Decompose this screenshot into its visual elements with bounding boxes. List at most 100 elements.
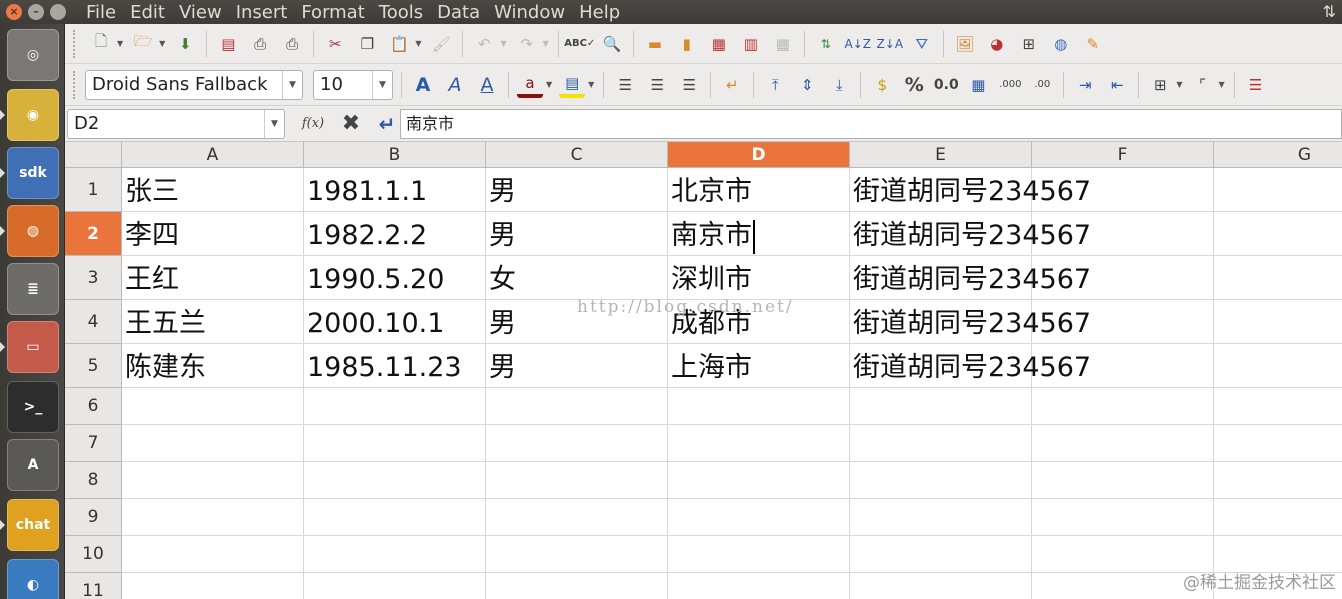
cell-e11[interactable]: [850, 573, 1032, 599]
accept-icon[interactable]: ↵: [374, 111, 400, 137]
name-box[interactable]: D2 ▼: [67, 108, 285, 139]
cell-e2[interactable]: 街道胡同号234567: [850, 212, 1091, 256]
border-style-dropdown-icon[interactable]: ▼: [1218, 80, 1224, 89]
maximize-window-button[interactable]: [50, 4, 66, 20]
cell-g7[interactable]: [1214, 425, 1342, 462]
cell-b2[interactable]: 1982.2.2: [304, 212, 486, 256]
font-size-combo[interactable]: 10 ▼: [313, 69, 393, 100]
cell-d1[interactable]: 北京市: [668, 168, 850, 212]
cell-a5[interactable]: 陈建东: [122, 344, 304, 388]
menu-edit[interactable]: Edit: [124, 2, 173, 23]
font-color-dropdown-icon[interactable]: ▼: [546, 80, 552, 89]
row-header-4[interactable]: 4: [65, 300, 122, 344]
cell-c6[interactable]: [486, 388, 668, 425]
cell-f7[interactable]: [1032, 425, 1214, 462]
decrease-indent-icon[interactable]: ⇤: [1104, 72, 1130, 98]
cell-a4[interactable]: 王五兰: [122, 300, 304, 344]
wrap-text-icon[interactable]: ↵: [719, 72, 745, 98]
cell-f9[interactable]: [1032, 499, 1214, 536]
highlight-color-icon[interactable]: ▤: [559, 72, 586, 98]
cell-d7[interactable]: [668, 425, 850, 462]
cell-f6[interactable]: [1032, 388, 1214, 425]
cell-g3[interactable]: [1214, 256, 1342, 300]
cell-d11[interactable]: [668, 573, 850, 599]
spellcheck-icon[interactable]: ABC✓: [564, 31, 595, 57]
row-icon[interactable]: ▬: [642, 31, 668, 57]
menu-view[interactable]: View: [173, 2, 230, 23]
paste-dropdown-icon[interactable]: ▼: [415, 39, 421, 48]
delete-column-icon[interactable]: ▥: [738, 31, 764, 57]
cell-c2[interactable]: 男: [486, 212, 668, 256]
close-window-button[interactable]: ×: [6, 4, 22, 20]
cell-d8[interactable]: [668, 462, 850, 499]
font-color-icon[interactable]: a: [517, 72, 543, 98]
cell-a1[interactable]: 张三: [122, 168, 304, 212]
conditional-format-icon[interactable]: ☰: [1243, 72, 1269, 98]
menu-window[interactable]: Window: [488, 2, 573, 23]
insert-image-icon[interactable]: 🖼: [952, 31, 978, 57]
navigator-icon[interactable]: ◍: [1048, 31, 1074, 57]
bold-icon[interactable]: A: [410, 72, 436, 98]
cell-a7[interactable]: [122, 425, 304, 462]
align-middle-icon[interactable]: ⇕: [794, 72, 820, 98]
cell-b5[interactable]: 1985.11.23: [304, 344, 486, 388]
cell-e8[interactable]: [850, 462, 1032, 499]
cell-d3[interactable]: 深圳市: [668, 256, 850, 300]
chevron-down-icon[interactable]: ▼: [282, 70, 302, 99]
cell-e5[interactable]: 街道胡同号234567: [850, 344, 1091, 388]
firefox-icon[interactable]: ◍: [7, 205, 59, 257]
formula-input[interactable]: 南京市: [400, 109, 1342, 139]
draw-functions-icon[interactable]: ✎: [1080, 31, 1106, 57]
add-decimal-icon[interactable]: .000: [997, 72, 1023, 98]
row-header-1[interactable]: 1: [65, 168, 122, 212]
network-indicator-icon[interactable]: ⇅: [1323, 2, 1336, 21]
cell-c4[interactable]: 男: [486, 300, 668, 344]
sort-descending-icon[interactable]: Z↓A: [877, 31, 903, 57]
cell-e6[interactable]: [850, 388, 1032, 425]
cell-e1[interactable]: 街道胡同号234567: [850, 168, 1091, 212]
chrome-icon[interactable]: ◉: [7, 89, 59, 141]
align-bottom-icon[interactable]: ⤓: [826, 72, 852, 98]
cell-e4[interactable]: 街道胡同号234567: [850, 300, 1091, 344]
cell-f10[interactable]: [1032, 536, 1214, 573]
cell-a2[interactable]: 李四: [122, 212, 304, 256]
cell-g6[interactable]: [1214, 388, 1342, 425]
font-name-combo[interactable]: Droid Sans Fallback ▼: [85, 69, 303, 100]
cell-c7[interactable]: [486, 425, 668, 462]
cell-e3[interactable]: 街道胡同号234567: [850, 256, 1091, 300]
chevron-down-icon[interactable]: ▼: [264, 109, 284, 138]
cell-e10[interactable]: [850, 536, 1032, 573]
redo-dropdown-icon[interactable]: ▼: [543, 39, 549, 48]
toolbar-grip[interactable]: [73, 70, 77, 99]
toolbar-grip[interactable]: [73, 29, 77, 58]
align-center-icon[interactable]: ☰: [644, 72, 670, 98]
column-header-e[interactable]: E: [850, 142, 1032, 168]
cut-icon[interactable]: ✂: [322, 31, 348, 57]
function-wizard-icon[interactable]: f(x): [298, 111, 328, 137]
ubuntu-dash-icon[interactable]: ◎: [7, 29, 59, 81]
clone-formatting-icon[interactable]: 🖌: [428, 31, 454, 57]
chevron-down-icon[interactable]: ▼: [372, 70, 392, 99]
cell-g10[interactable]: [1214, 536, 1342, 573]
menu-insert[interactable]: Insert: [230, 2, 296, 23]
cell-g8[interactable]: [1214, 462, 1342, 499]
column-header-c[interactable]: C: [486, 142, 668, 168]
new-document-icon[interactable]: 🗋: [88, 31, 114, 57]
export-pdf-icon[interactable]: ▤: [215, 31, 241, 57]
cell-d9[interactable]: [668, 499, 850, 536]
delete-decimal-icon[interactable]: .00: [1029, 72, 1055, 98]
cell-g2[interactable]: [1214, 212, 1342, 256]
cell-c10[interactable]: [486, 536, 668, 573]
cell-f1[interactable]: [1032, 168, 1214, 212]
cell-b4[interactable]: 2000.10.1: [304, 300, 486, 344]
align-top-icon[interactable]: ⤒: [762, 72, 788, 98]
row-header-9[interactable]: 9: [65, 499, 122, 536]
pivot-table-icon[interactable]: ⊞: [1016, 31, 1042, 57]
column-header-d[interactable]: D: [668, 142, 850, 168]
undo-dropdown-icon[interactable]: ▼: [500, 39, 506, 48]
column-header-g[interactable]: G: [1214, 142, 1342, 168]
delete-row-icon[interactable]: ▦: [706, 31, 732, 57]
cell-c9[interactable]: [486, 499, 668, 536]
archive-manager-icon[interactable]: ≣: [7, 263, 59, 315]
cell-a9[interactable]: [122, 499, 304, 536]
